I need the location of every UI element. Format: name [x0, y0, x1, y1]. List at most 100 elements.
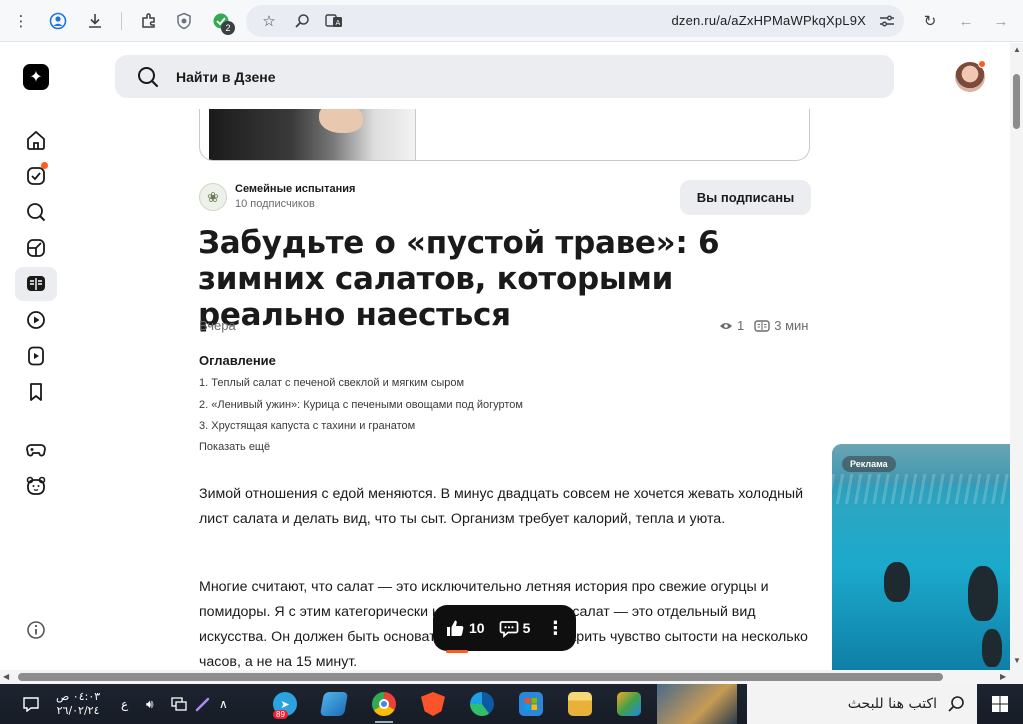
search-icon [138, 67, 159, 88]
windows-start-button[interactable] [977, 684, 1023, 724]
forward-arrow-icon[interactable]: → [990, 10, 1012, 32]
ad-image-diver [968, 566, 998, 621]
clock-date: ٢٦/٠٢/٢٤ [56, 704, 100, 717]
notification-dot [978, 60, 986, 68]
brave-icon[interactable] [421, 692, 445, 716]
edge-icon[interactable] [470, 692, 494, 716]
shorts-icon [27, 311, 45, 329]
subscribed-button[interactable]: Вы подписаны [680, 180, 811, 215]
sidebar-item-home[interactable] [15, 123, 57, 157]
search-placeholder: Найти в Дзене [176, 69, 276, 85]
site-settings-icon[interactable] [876, 10, 898, 32]
dzen-logo-icon[interactable]: ✦ [23, 64, 49, 90]
likes-count: 10 [469, 620, 485, 636]
tray-expand-icon[interactable]: ∧ [219, 684, 228, 724]
ad-label: Реклама [842, 456, 896, 472]
telegram-badge: 89 [273, 710, 288, 719]
channel-subscribers: 10 подписчиков [235, 198, 315, 210]
sidebar-item-video[interactable] [15, 339, 57, 373]
scroll-right-icon[interactable]: ▶ [1000, 672, 1006, 681]
extensions-icon[interactable] [138, 10, 160, 32]
ad-image-diver [884, 562, 910, 602]
taskbar-search-placeholder: اكتب هنا للبحث [847, 696, 937, 712]
search-input[interactable]: Найти в Дзене [115, 55, 894, 98]
ad-banner[interactable]: Реклама [832, 444, 1010, 670]
taskbar-search-input[interactable]: اكتب هنا للبحث [747, 684, 977, 724]
like-button[interactable]: 10 [445, 618, 485, 638]
file-explorer-icon[interactable] [568, 692, 592, 716]
article-title: Забудьте о «пустой траве»: 6 зимних сала… [198, 225, 720, 333]
volume-icon[interactable]: 🔊︎ [146, 684, 154, 724]
video-icon [28, 346, 44, 366]
sidebar-item-shorts[interactable] [15, 303, 57, 337]
site-header: ✦ Найти в Дзене [0, 43, 1010, 109]
eye-icon [720, 322, 732, 329]
read-time: 3 мин [774, 318, 809, 333]
ad-image-waves [832, 474, 1010, 504]
toc-item[interactable]: 2. «Ленивый ужин»: Курица с печеными ово… [199, 399, 523, 411]
menu-dots-icon[interactable]: ⋮ [10, 10, 32, 32]
windows-logo-icon [992, 696, 1008, 712]
home-icon [27, 130, 45, 150]
notifications-icon[interactable] [22, 684, 40, 724]
toc-title: Оглавление [199, 353, 276, 368]
channel-avatar[interactable]: ❀ [199, 183, 227, 211]
shield-icon[interactable] [173, 10, 195, 32]
pen-icon[interactable] [195, 684, 211, 724]
zoom-icon[interactable] [291, 10, 313, 32]
extension-badge-icon[interactable]: 2 [210, 10, 235, 35]
horizontal-scrollbar[interactable]: ◀ ▶ [0, 670, 1023, 684]
language-indicator[interactable]: ع [121, 684, 128, 724]
address-bar[interactable]: ☆ A dzen.ru/a/aZxHPMaWPkqXpL9X [246, 5, 904, 37]
news-widget-image[interactable] [657, 684, 737, 724]
channel-name[interactable]: Семейные испытания [235, 183, 355, 195]
game-app-icon[interactable] [617, 692, 641, 716]
comments-button[interactable]: 5 [499, 618, 530, 638]
read-time-icon [754, 319, 770, 332]
translate-icon[interactable]: A [323, 10, 345, 32]
bear-icon [26, 476, 46, 495]
toolbar-divider [121, 12, 122, 30]
scroll-down-icon[interactable]: ▼ [1013, 656, 1021, 665]
toc-show-more-link[interactable]: Показать ещё [199, 441, 270, 453]
sidebar-item-search[interactable] [15, 195, 57, 229]
profile-icon[interactable] [47, 10, 69, 32]
search-icon [27, 203, 46, 222]
svg-text:A: A [336, 19, 341, 27]
sidebar-item-subscriptions[interactable] [15, 159, 57, 193]
sidebar-item-bookmarks[interactable] [15, 375, 57, 409]
store-icon[interactable] [519, 692, 543, 716]
clock[interactable]: ٠٤:٠٣ ص ٢٦/٠٢/٢٤ [56, 684, 100, 724]
article-stats: 1 3 мин [719, 318, 808, 333]
sidebar-item-studio[interactable] [15, 231, 57, 265]
sidebar-item-articles[interactable] [15, 267, 57, 301]
downloads-icon[interactable] [84, 10, 106, 32]
horizontal-scroll-thumb[interactable] [18, 673, 943, 681]
sidebar-item-kids[interactable] [15, 469, 57, 503]
sidebar-item-info[interactable] [15, 613, 57, 647]
comment-icon [499, 621, 518, 638]
scroll-left-icon[interactable]: ◀ [3, 672, 9, 681]
reload-icon[interactable]: ↻ [919, 10, 941, 32]
scroll-up-icon[interactable]: ▲ [1013, 45, 1021, 54]
extension-count-badge: 2 [221, 21, 235, 35]
browser-toolbar: ⋮ 2 ☆ A dzen.ru/a/aZxHPMaWPkqXpL9X ↻ ← → [0, 0, 1023, 42]
sidebar-item-games[interactable] [15, 433, 57, 467]
studio-icon [27, 239, 45, 257]
page-content: ✦ Найти в Дзене ❀ Семейные испытания 10 … [0, 43, 1023, 684]
chrome-icon[interactable] [372, 692, 396, 716]
toc-item[interactable]: 1. Теплый салат с печеной свеклой и мягк… [199, 377, 464, 389]
vertical-scroll-thumb[interactable] [1013, 74, 1020, 129]
url-text[interactable]: dzen.ru/a/aZxHPMaWPkqXpL9X [671, 13, 866, 28]
gamepad-icon [26, 444, 46, 457]
bookmark-star-icon[interactable]: ☆ [258, 10, 280, 32]
like-indicator [446, 650, 468, 653]
bookmark-icon [30, 383, 42, 401]
back-arrow-icon[interactable]: ← [955, 10, 977, 32]
toc-item[interactable]: 3. Хрустящая капуста с тахини и гранатом [199, 420, 415, 432]
more-options-icon[interactable]: ⋮ [546, 618, 564, 639]
vertical-scrollbar[interactable]: ▲ ▼ [1010, 43, 1023, 670]
ad-image-diver [982, 629, 1002, 667]
network-icon[interactable] [171, 684, 187, 724]
notepad-app-icon[interactable] [319, 692, 349, 716]
